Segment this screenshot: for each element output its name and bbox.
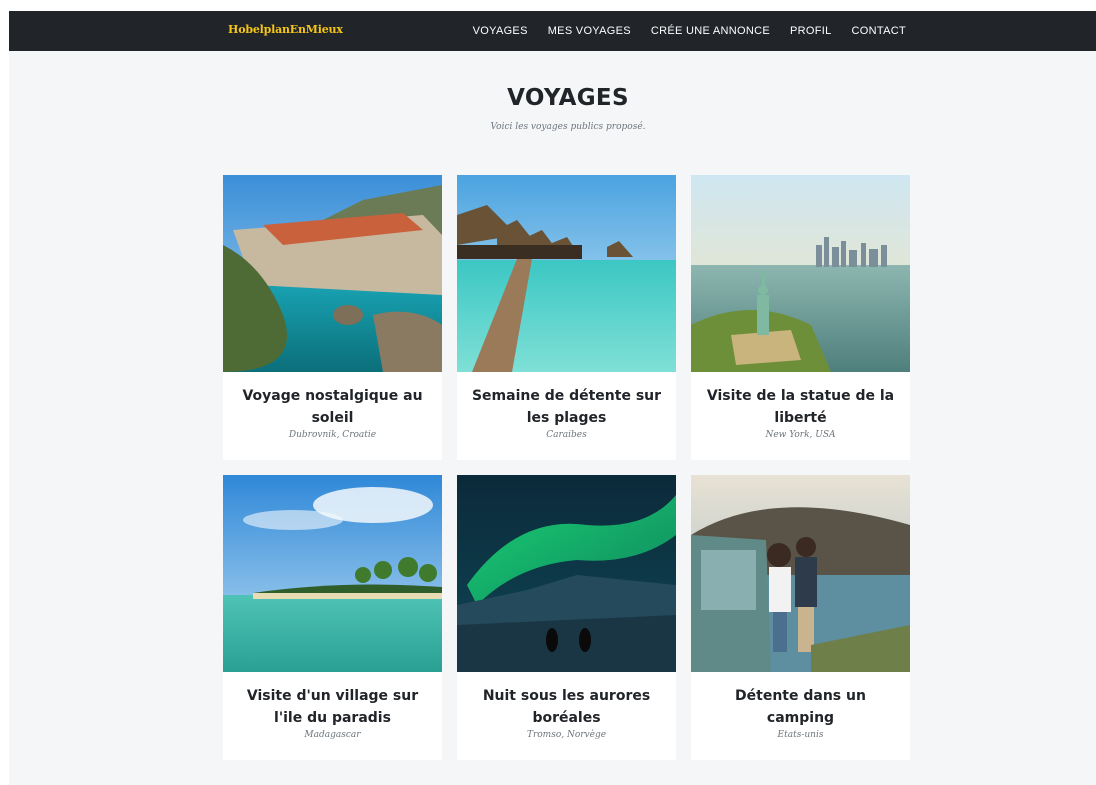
trips-grid: Voyage nostalgique au soleil Dubrovnik, … [223, 175, 910, 760]
trip-image-liberty [691, 175, 910, 372]
trip-card[interactable]: Détente dans un camping Etats-unis [691, 475, 910, 760]
trip-card[interactable]: Voyage nostalgique au soleil Dubrovnik, … [223, 175, 442, 460]
trip-title: Visite d'un village sur l'ile du paradis [246, 688, 419, 726]
navbar: HobelplanEnMieux VOYAGES MES VOYAGES CRÉ… [9, 11, 1096, 51]
trip-image-aurora [457, 475, 676, 672]
brand-logo[interactable]: HobelplanEnMieux [228, 23, 343, 36]
trip-title: Visite de la statue de la liberté [706, 388, 895, 426]
trip-card-body: Visite d'un village sur l'ile du paradis… [223, 672, 442, 760]
trip-card-body: Nuit sous les aurores boréales Tromso, N… [457, 672, 676, 760]
page-frame: HobelplanEnMieux VOYAGES MES VOYAGES CRÉ… [9, 11, 1096, 785]
trip-card[interactable]: Nuit sous les aurores boréales Tromso, N… [457, 475, 676, 760]
trip-location: Madagascar [304, 730, 361, 740]
nav-link-voyages[interactable]: VOYAGES [473, 25, 528, 37]
trip-location: Caraibes [546, 430, 587, 440]
trip-card[interactable]: Visite d'un village sur l'ile du paradis… [223, 475, 442, 760]
trip-card[interactable]: Visite de la statue de la liberté New Yo… [691, 175, 910, 460]
trip-card-body: Voyage nostalgique au soleil Dubrovnik, … [223, 372, 442, 460]
trip-image-island [223, 475, 442, 672]
nav-link-mes-voyages[interactable]: MES VOYAGES [548, 25, 631, 37]
page-subtitle: Voici les voyages publics proposé. [490, 122, 646, 132]
trip-title: Nuit sous les aurores boréales [482, 688, 651, 726]
nav-link-profil[interactable]: PROFIL [790, 25, 832, 37]
nav-link-cree-annonce[interactable]: CRÉE UNE ANNONCE [651, 25, 770, 37]
trip-title: Semaine de détente sur les plages [471, 388, 662, 426]
nav-menu: VOYAGES MES VOYAGES CRÉE UNE ANNONCE PRO… [473, 11, 906, 51]
trip-card-body: Visite de la statue de la liberté New Yo… [691, 372, 910, 460]
trip-image-bungalows [457, 175, 676, 372]
trip-location: Dubrovnik, Croatie [288, 430, 377, 440]
trip-card-body: Semaine de détente sur les plages Caraib… [457, 372, 676, 460]
trip-location: Etats-unis [777, 730, 824, 740]
trip-title: Voyage nostalgique au soleil [242, 388, 423, 426]
nav-link-contact[interactable]: CONTACT [852, 25, 906, 37]
page-title: VOYAGES [507, 85, 629, 111]
trip-location: Tromso, Norvège [526, 730, 607, 740]
trip-image-dubrovnik [223, 175, 442, 372]
trip-card[interactable]: Semaine de détente sur les plages Caraib… [457, 175, 676, 460]
trip-title: Détente dans un camping [735, 688, 866, 726]
trip-location: New York, USA [765, 430, 836, 440]
trip-card-body: Détente dans un camping Etats-unis [691, 672, 910, 760]
trip-image-camping [691, 475, 910, 672]
